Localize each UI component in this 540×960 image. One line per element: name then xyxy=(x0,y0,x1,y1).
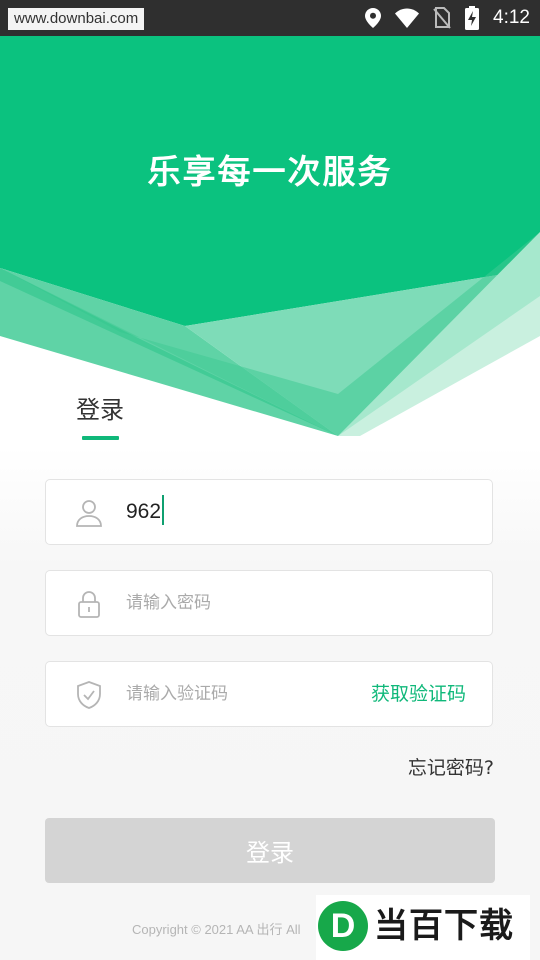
forgot-password-link[interactable]: 忘记密码? xyxy=(408,753,494,780)
wifi-icon xyxy=(395,8,420,28)
slogan: 乐享每一次服务 xyxy=(147,152,393,191)
login-button[interactable]: 登录 xyxy=(45,818,495,883)
phone-input[interactable]: 962 xyxy=(126,480,165,544)
site-logo-text: 当百下载 xyxy=(374,906,514,946)
tab-active-indicator xyxy=(82,436,119,440)
password-field[interactable]: 请输入密码 xyxy=(45,570,493,636)
url-watermark: www.downbai.com xyxy=(8,8,145,30)
password-input[interactable]: 请输入密码 xyxy=(126,571,211,635)
tab-login[interactable]: 登录 xyxy=(76,393,136,440)
lock-icon xyxy=(74,589,104,619)
phone-field[interactable]: 962 xyxy=(45,479,493,545)
header-banner xyxy=(0,36,540,446)
site-logo: D 当百下载 xyxy=(316,895,530,960)
status-bar: www.downbai.com 4:12 xyxy=(0,0,540,36)
location-icon xyxy=(365,8,382,28)
tab-login-label: 登录 xyxy=(76,396,124,424)
verify-code-field[interactable]: 请输入验证码 获取验证码 xyxy=(45,661,493,727)
user-icon xyxy=(74,498,104,528)
get-code-button[interactable]: 获取验证码 xyxy=(371,662,466,726)
copyright: Copyright © 2021 AA 出行 All xyxy=(132,922,301,937)
verify-code-input[interactable]: 请输入验证码 xyxy=(126,662,228,726)
status-time: 4:12 xyxy=(493,7,530,28)
battery-charging-icon xyxy=(465,6,480,30)
status-icons: 4:12 xyxy=(365,0,530,36)
site-logo-badge: D xyxy=(318,901,368,951)
shield-check-icon xyxy=(74,680,104,710)
no-sim-icon xyxy=(433,7,451,29)
text-cursor xyxy=(162,495,165,526)
phone-value: 962 xyxy=(126,500,162,523)
